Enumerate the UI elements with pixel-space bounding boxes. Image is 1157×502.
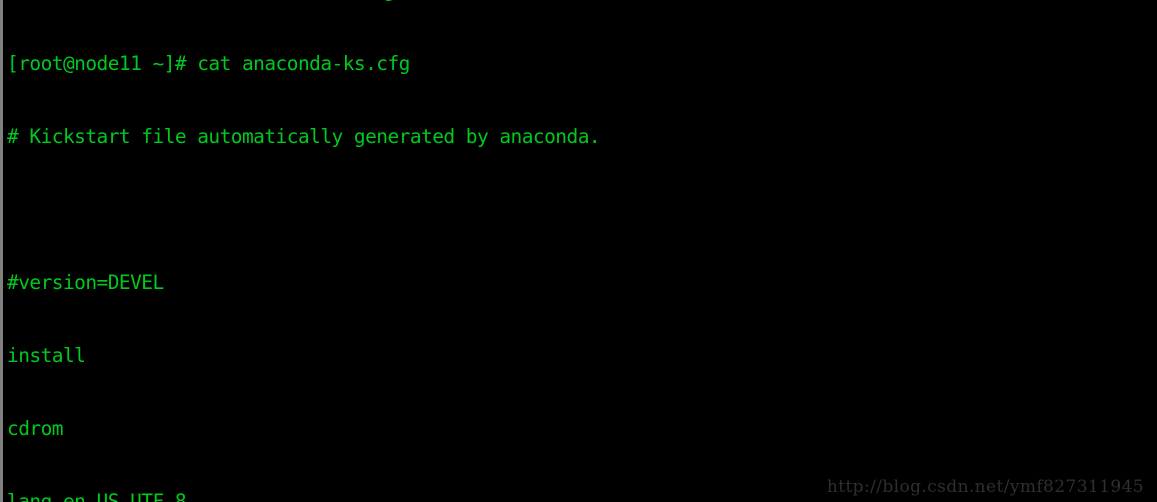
watermark-url: http://blog.csdn.net/ymf827311945	[826, 477, 1144, 497]
terminal-line: [root@node11 ~]# cat anaconda-ks.cfg	[7, 51, 410, 75]
terminal-output: [root@node11 ~]# cat anaconda-ks.cfg # K…	[7, 3, 1157, 502]
terminal-line: # Kickstart file automatically generated…	[7, 124, 601, 148]
terminal-line: #version=DEVEL	[7, 270, 164, 294]
terminal-window[interactable]: [root@node11 ~]# vi anaconda-ks.cfg [roo…	[0, 0, 1157, 502]
terminal-screen[interactable]: [root@node11 ~]# cat anaconda-ks.cfg # K…	[3, 0, 1157, 502]
terminal-line: install	[7, 343, 86, 367]
terminal-line: cdrom	[7, 416, 64, 440]
